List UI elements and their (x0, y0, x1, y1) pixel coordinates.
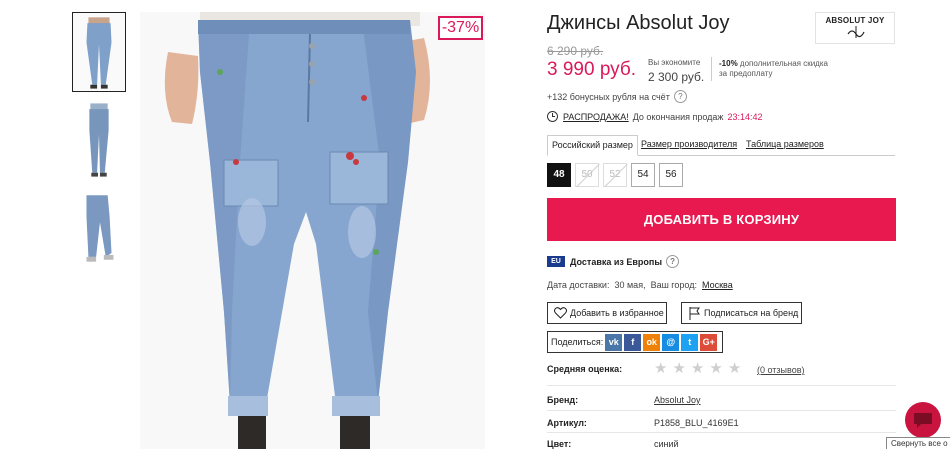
old-price: 6 290 руб. (547, 44, 604, 58)
googleplus-share-icon[interactable]: G+ (700, 333, 718, 351)
size-option[interactable]: 48 (547, 163, 571, 187)
rating-stars[interactable]: ★ ★ ★ ★ ★ (654, 361, 746, 376)
moimir-share-icon[interactable]: @ (662, 333, 680, 351)
flag-icon (689, 307, 700, 320)
odnoklassniki-share-icon[interactable]: ok (643, 333, 661, 351)
tab-manufacturer-size[interactable]: Размер производителя (637, 135, 741, 156)
city-label: Ваш город: (650, 280, 697, 290)
star-icon[interactable]: ★ (691, 361, 704, 376)
delivery-origin: EU Доставка из Европы ? (547, 255, 680, 268)
sale-countdown: РАСПРОДАЖА! До окончания продаж 23:14:42 (547, 111, 763, 122)
tab-size-chart[interactable]: Таблица размеров (742, 135, 828, 156)
divider (547, 385, 896, 386)
clock-icon (547, 111, 558, 122)
reviews-link[interactable]: (0 отзывов) (757, 365, 805, 375)
divider (711, 57, 712, 81)
facebook-share-icon[interactable]: f (624, 333, 642, 351)
spec-value: P1858_BLU_4169E1 (654, 418, 739, 428)
twitter-share-icon[interactable]: t (681, 333, 699, 351)
sale-link[interactable]: РАСПРОДАЖА! (563, 112, 629, 122)
brand-logo-text: ABSOLUT JOY (825, 16, 885, 25)
brand-logo[interactable]: ABSOLUT JOY (815, 12, 895, 44)
star-icon[interactable]: ★ (709, 361, 722, 376)
tab-russian-size[interactable]: Российский размер (547, 135, 638, 156)
thumbnail-list (72, 12, 128, 276)
size-option[interactable]: 56 (659, 163, 683, 187)
size-option[interactable]: 50 (575, 163, 599, 187)
wishlist-label: Добавить в избранное (570, 308, 664, 318)
chat-bubble-icon (914, 413, 932, 428)
collapse-all-tooltip[interactable]: Свернуть все о (886, 437, 950, 449)
jeans-side-thumb-image (73, 101, 125, 179)
current-price: 3 990 руб. (547, 59, 637, 80)
vk-share-icon[interactable]: vk (605, 333, 623, 351)
size-tabs: Российский размер Размер производителя Т… (547, 135, 895, 156)
size-selector: 48 50 52 54 56 (547, 163, 683, 187)
chat-button[interactable] (905, 402, 941, 438)
eu-flag-icon: EU (547, 256, 565, 267)
delivery-date: 30 мая (614, 280, 644, 290)
jeans-photo (140, 12, 485, 449)
sale-timer: 23:14:42 (727, 111, 763, 122)
divider (547, 432, 896, 433)
main-product-image[interactable] (140, 12, 485, 449)
add-to-wishlist-button[interactable]: Добавить в избранное (547, 302, 667, 324)
prepay-discount: -10% дополнительная скидка за предоплату (719, 59, 829, 79)
bonus-help-icon[interactable]: ? (673, 90, 687, 103)
sale-text: До окончания продаж (632, 111, 724, 122)
star-icon[interactable]: ★ (654, 361, 667, 376)
thumbnail-2[interactable] (72, 100, 126, 180)
spec-value: синий (654, 439, 679, 449)
subscribe-label: Подписаться на бренд (704, 308, 799, 318)
share-bar: Поделиться: vk f ok @ t G+ (547, 331, 723, 353)
add-to-cart-button[interactable]: ДОБАВИТЬ В КОРЗИНУ (547, 198, 896, 241)
product-title: Джинсы Absolut Joy (547, 12, 730, 34)
rating-row: Средняя оценка: ★ ★ ★ ★ ★ (0 отзывов) (547, 361, 896, 376)
jeans-back-thumb-image (73, 189, 125, 267)
spec-brand-link[interactable]: Absolut Joy (654, 395, 701, 405)
size-option[interactable]: 52 (603, 163, 627, 187)
brand-logo-mark-icon (847, 26, 865, 38)
rating-label: Средняя оценка: (547, 364, 623, 374)
savings: Вы экономите 2 300 руб. (648, 58, 704, 84)
share-label: Поделиться: (551, 337, 604, 347)
star-icon[interactable]: ★ (728, 361, 741, 376)
spec-key: Бренд: (547, 395, 579, 405)
bonus-text: +132 бонусных рубля на счёт (547, 91, 670, 102)
delivery-date-row: Дата доставки: 30 мая, Ваш город: Москва (547, 280, 733, 290)
size-option[interactable]: 54 (631, 163, 655, 187)
savings-amount: 2 300 руб. (648, 70, 705, 84)
heart-icon (554, 307, 567, 319)
subscribe-brand-button[interactable]: Подписаться на бренд (681, 302, 802, 324)
delivery-text: Доставка из Европы (570, 256, 663, 267)
thumbnail-1[interactable] (72, 12, 126, 92)
discount-badge: -37% (438, 16, 483, 40)
jeans-front-thumb-image (73, 13, 125, 91)
delivery-date-label: Дата доставки: (547, 280, 610, 290)
bonus-info: +132 бонусных рубля на счёт ? (547, 90, 687, 103)
star-icon[interactable]: ★ (672, 361, 685, 376)
savings-label: Вы экономите (648, 58, 701, 67)
divider (547, 410, 896, 411)
delivery-help-icon[interactable]: ? (666, 255, 680, 268)
spec-key: Артикул: (547, 418, 587, 428)
prepay-percent: -10% (719, 59, 738, 68)
city-link[interactable]: Москва (702, 280, 733, 290)
spec-key: Цвет: (547, 439, 572, 449)
thumbnail-3[interactable] (72, 188, 126, 268)
